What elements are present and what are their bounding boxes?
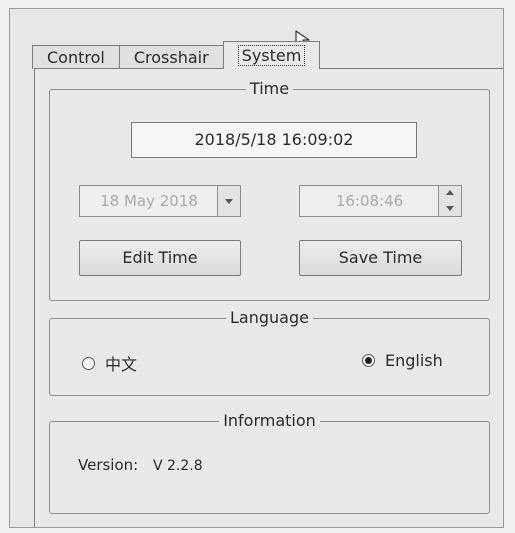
current-datetime-display: 2018/5/18 16:09:02 <box>131 122 417 158</box>
language-radio-chinese[interactable]: 中文 <box>82 351 137 375</box>
edit-time-button[interactable]: Edit Time <box>79 240 241 276</box>
tab-crosshair-label: Crosshair <box>133 48 209 67</box>
version-label: Version: <box>78 456 139 474</box>
chevron-down-icon[interactable] <box>217 186 240 216</box>
tab-system[interactable]: System <box>222 41 321 69</box>
version-value: V 2.2.8 <box>153 458 203 474</box>
tab-control[interactable]: Control <box>32 45 120 69</box>
device-screen: Control Crosshair System Time 2018/5/18 … <box>9 8 504 528</box>
time-spinbox-value: 16:08:46 <box>335 192 404 210</box>
chevron-down-icon[interactable] <box>439 201 461 216</box>
language-english-label: English <box>385 351 443 370</box>
version-row: Version: V 2.2.8 <box>78 456 203 474</box>
radio-checked-icon <box>362 354 375 367</box>
tab-system-label: System <box>237 45 306 66</box>
time-spinbox[interactable]: 16:08:46 <box>299 185 462 217</box>
language-chinese-label: 中文 <box>105 355 138 374</box>
language-group-title: Language <box>50 308 489 328</box>
date-picker[interactable]: 18 May 2018 <box>79 185 241 217</box>
date-picker-value: 18 May 2018 <box>100 192 198 210</box>
spin-buttons <box>438 186 461 216</box>
radio-circle-icon <box>82 356 95 370</box>
time-group-title: Time <box>50 79 489 99</box>
tab-control-label: Control <box>47 48 105 67</box>
information-group-title: Information <box>50 411 489 431</box>
language-radio-english[interactable]: English <box>362 351 443 370</box>
save-time-button[interactable]: Save Time <box>299 240 462 276</box>
tab-bar: Control Crosshair System <box>32 41 321 69</box>
tab-crosshair[interactable]: Crosshair <box>118 45 224 69</box>
chevron-up-icon[interactable] <box>439 186 461 202</box>
